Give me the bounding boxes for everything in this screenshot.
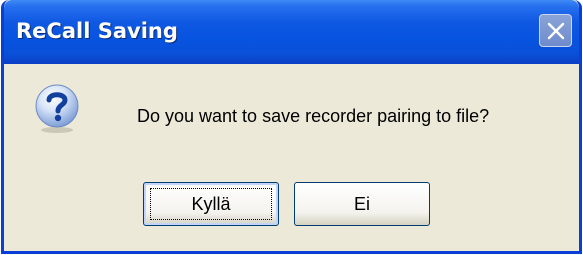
title-bar[interactable]: ReCall Saving xyxy=(4,0,579,64)
close-button[interactable] xyxy=(539,14,572,47)
dialog-window: ReCall Saving Do you want to save record… xyxy=(1,0,582,254)
yes-button[interactable]: Kyllä xyxy=(143,182,279,226)
dialog-message: Do you want to save recorder pairing to … xyxy=(137,106,490,126)
no-button-label: Ei xyxy=(353,193,370,214)
yes-button-label: Kyllä xyxy=(191,193,231,214)
no-button[interactable]: Ei xyxy=(294,182,430,226)
window-title: ReCall Saving xyxy=(16,19,178,43)
question-icon xyxy=(35,84,79,133)
close-icon xyxy=(547,22,564,39)
dialog-body: Do you want to save recorder pairing to … xyxy=(4,64,579,251)
